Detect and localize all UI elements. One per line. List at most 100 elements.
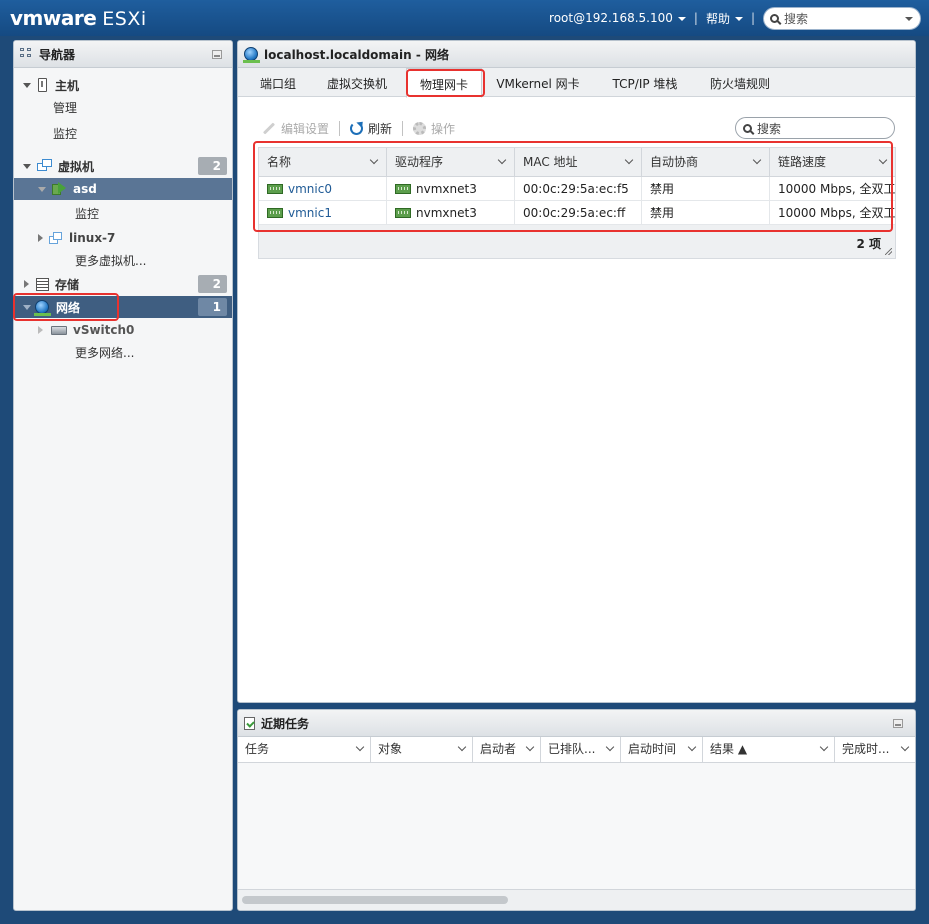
column-header-driver[interactable]: 驱动程序 [387, 148, 515, 177]
tab-physical-nics[interactable]: 物理网卡 [406, 68, 482, 98]
column-header-name[interactable]: 名称 [259, 148, 387, 177]
table-header: 名称 驱动程序 MAC 地址 自动协商 链路速度 [259, 148, 895, 177]
actions-label: 操作 [431, 121, 456, 136]
chevron-down-icon[interactable] [525, 742, 535, 752]
vm-count-badge: 2 [198, 157, 227, 175]
column-header-target[interactable]: 对象 [371, 737, 473, 763]
nav-item-vm-asd[interactable]: asd [14, 178, 232, 200]
tab-vmkernel-nics[interactable]: VMkernel 网卡 [494, 68, 582, 97]
nav-item-host-manage[interactable]: 管理 [14, 96, 232, 118]
refresh-button[interactable]: 刷新 [350, 120, 392, 137]
nav-item-label: 管理 [53, 100, 78, 115]
nav-item-vms[interactable]: 虚拟机 2 [14, 155, 232, 177]
actions-button[interactable]: 操作 [413, 120, 455, 137]
chevron-down-icon[interactable] [900, 742, 910, 752]
horizontal-scrollbar[interactable] [238, 889, 915, 910]
vm-powered-on-icon [52, 182, 67, 196]
page-title: localhost.localdomain - 网络 [264, 47, 450, 62]
vm-icon [49, 231, 63, 245]
column-header-label: 已排队... [548, 742, 596, 756]
nav-item-host-monitor[interactable]: 监控 [14, 122, 232, 144]
minimize-icon[interactable] [893, 719, 903, 728]
table-row[interactable]: vmnic1 nvmxnet3 00:0c:29:5a:ec:ff 禁用 100… [259, 201, 895, 225]
pencil-icon [262, 121, 276, 135]
expand-arrow-icon[interactable] [23, 163, 31, 169]
physical-nics-table: 名称 驱动程序 MAC 地址 自动协商 链路速度 vmnic0 nvmxnet3… [258, 147, 896, 259]
expand-arrow-icon[interactable] [38, 326, 43, 334]
expand-arrow-icon[interactable] [23, 82, 31, 88]
chevron-down-icon[interactable] [605, 742, 615, 752]
chevron-down-icon[interactable] [878, 155, 888, 165]
resize-grip-icon[interactable] [885, 248, 892, 255]
column-header-label: 完成时... [842, 742, 890, 756]
navigator-header: 导航器 [14, 41, 232, 68]
nav-item-vm-asd-monitor[interactable]: 监控 [14, 202, 232, 224]
user-menu[interactable]: root@192.168.5.100 [549, 11, 686, 25]
cell-mac: 00:0c:29:5a:ec:ff [515, 201, 642, 225]
tab-firewall-rules[interactable]: 防火墙规则 [704, 68, 776, 97]
column-header-completed[interactable]: 完成时... [835, 737, 915, 763]
nav-item-storage[interactable]: 存储 2 [14, 273, 232, 295]
column-header-label: 链路速度 [778, 155, 827, 169]
column-header-mac[interactable]: MAC 地址 [515, 148, 642, 177]
column-header-initiator[interactable]: 启动者 [473, 737, 541, 763]
toolbar-divider [402, 120, 404, 136]
column-header-label: 任务 [245, 742, 270, 756]
vmware-esxi-logo: vmware ESXi [10, 6, 147, 30]
nav-item-network[interactable]: 网络 1 [14, 296, 232, 318]
chevron-down-icon[interactable] [369, 155, 379, 165]
table-row[interactable]: vmnic0 nvmxnet3 00:0c:29:5a:ec:f5 禁用 100… [259, 177, 895, 201]
scrollbar-thumb[interactable] [242, 896, 508, 904]
chevron-down-icon[interactable] [355, 742, 365, 752]
nav-item-more-vms[interactable]: 更多虚拟机... [14, 249, 232, 271]
chevron-down-icon[interactable] [905, 16, 913, 21]
tab-port-groups[interactable]: 端口组 [252, 68, 304, 97]
minimize-icon[interactable] [212, 50, 222, 59]
cell-name[interactable]: vmnic1 [259, 201, 387, 225]
column-header-autoneg[interactable]: 自动协商 [642, 148, 770, 177]
cell-name[interactable]: vmnic0 [259, 177, 387, 201]
column-header-result[interactable]: 结果 ▲ [703, 737, 835, 763]
expand-arrow-icon[interactable] [24, 280, 29, 288]
gear-icon [413, 121, 427, 135]
nav-item-vswitch0[interactable]: vSwitch0 [14, 319, 232, 341]
edit-settings-button[interactable]: 编辑设置 [262, 120, 329, 137]
cell-mac: 00:0c:29:5a:ec:f5 [515, 177, 642, 201]
expand-arrow-icon[interactable] [38, 234, 43, 242]
cell-speed: 10000 Mbps, 全双工 [778, 182, 895, 196]
chevron-down-icon[interactable] [819, 742, 829, 752]
grid-search-placeholder: 搜索 [757, 121, 782, 136]
nav-item-vm-linux7[interactable]: linux-7 [14, 227, 232, 249]
chevron-down-icon[interactable] [497, 155, 507, 165]
refresh-label: 刷新 [368, 121, 393, 136]
nic-icon [395, 208, 411, 218]
global-search-input[interactable]: 搜索 [763, 6, 921, 30]
tab-tcpip-stacks[interactable]: TCP/IP 堆栈 [606, 68, 684, 97]
recent-tasks-header: 近期任务 [238, 710, 915, 737]
column-header-label: 对象 [378, 742, 403, 756]
nic-icon [267, 184, 283, 194]
expand-arrow-icon[interactable] [38, 186, 46, 192]
nav-item-more-networks[interactable]: 更多网络... [14, 341, 232, 363]
column-header-label: 启动时间 [628, 742, 677, 756]
nic-name-link[interactable]: vmnic1 [288, 201, 332, 225]
nav-item-label: vSwitch0 [73, 323, 135, 337]
nic-name-link[interactable]: vmnic0 [288, 177, 332, 201]
column-header-speed[interactable]: 链路速度 [770, 148, 895, 177]
column-header-task[interactable]: 任务 [238, 737, 371, 763]
chevron-down-icon[interactable] [752, 155, 762, 165]
chevron-down-icon[interactable] [687, 742, 697, 752]
nav-item-host[interactable]: 主机 [14, 74, 232, 96]
network-globe-icon [34, 300, 51, 316]
grid-search-input[interactable]: 搜索 [735, 117, 895, 139]
help-menu[interactable]: 帮助 [706, 10, 743, 27]
column-header-start-time[interactable]: 启动时间 [621, 737, 703, 763]
chevron-down-icon[interactable] [457, 742, 467, 752]
chevron-down-icon[interactable] [624, 155, 634, 165]
host-icon [38, 78, 47, 92]
expand-arrow-icon[interactable] [23, 304, 31, 310]
tab-virtual-switches[interactable]: 虚拟交换机 [322, 68, 392, 97]
column-header-queued[interactable]: 已排队... [541, 737, 621, 763]
nav-item-vms-label: 虚拟机 [58, 159, 95, 174]
nav-item-label: 更多网络... [75, 345, 135, 360]
